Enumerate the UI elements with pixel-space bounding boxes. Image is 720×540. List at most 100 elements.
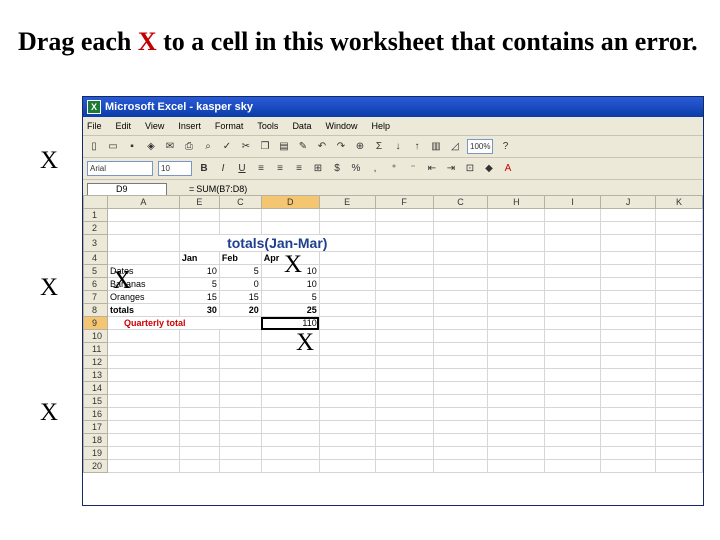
cell[interactable]	[600, 446, 656, 460]
cell[interactable]	[374, 221, 434, 235]
cell[interactable]	[544, 420, 602, 434]
cell[interactable]	[487, 329, 546, 343]
cell[interactable]	[106, 394, 180, 408]
cell[interactable]	[600, 329, 656, 343]
hyperlink-icon[interactable]: ⊕	[353, 140, 367, 154]
cell[interactable]	[374, 433, 434, 447]
cell[interactable]	[487, 290, 546, 304]
cell[interactable]	[218, 394, 262, 408]
cell[interactable]	[600, 277, 656, 291]
cell[interactable]	[600, 459, 656, 473]
cell[interactable]	[487, 303, 546, 317]
row-header[interactable]: 20	[83, 459, 108, 473]
cell[interactable]	[318, 446, 376, 460]
cell[interactable]	[544, 303, 602, 317]
header-jan[interactable]: Jan	[178, 251, 220, 265]
fill-color-icon[interactable]: ◆	[482, 162, 496, 176]
row-header[interactable]: 10	[83, 329, 108, 343]
cell[interactable]	[432, 221, 489, 235]
cell[interactable]	[318, 342, 376, 356]
cell[interactable]	[487, 420, 546, 434]
cell[interactable]	[655, 420, 703, 434]
percent-icon[interactable]: %	[349, 162, 363, 176]
cell[interactable]	[487, 251, 546, 265]
cell[interactable]	[318, 264, 376, 278]
cell[interactable]	[374, 316, 434, 330]
cell[interactable]	[106, 355, 180, 369]
cell[interactable]	[432, 208, 489, 222]
cell[interactable]	[432, 407, 489, 421]
cell[interactable]	[655, 342, 703, 356]
open-icon[interactable]: ▭	[106, 140, 120, 154]
cell[interactable]	[487, 234, 546, 252]
col-header-a[interactable]: A	[106, 195, 180, 209]
col-header-i[interactable]: I	[544, 195, 602, 209]
copy-icon[interactable]: ❐	[258, 140, 272, 154]
row-header[interactable]: 12	[83, 355, 108, 369]
cell[interactable]	[178, 221, 220, 235]
quarterly-total-cell[interactable]: 110	[260, 316, 320, 330]
cell[interactable]	[374, 303, 434, 317]
cell[interactable]	[374, 394, 434, 408]
cell[interactable]	[260, 433, 320, 447]
cell[interactable]	[655, 368, 703, 382]
cell[interactable]	[106, 208, 180, 222]
cell[interactable]	[655, 459, 703, 473]
cell[interactable]	[432, 368, 489, 382]
spelling-icon[interactable]: ✓	[220, 140, 234, 154]
cell[interactable]	[432, 290, 489, 304]
cell[interactable]	[655, 433, 703, 447]
cell[interactable]	[318, 251, 376, 265]
currency-icon[interactable]: $	[330, 162, 344, 176]
value-cell[interactable]: 15	[178, 290, 220, 304]
cell[interactable]	[600, 303, 656, 317]
row-header[interactable]: 6	[83, 277, 108, 291]
cell[interactable]	[432, 459, 489, 473]
cell[interactable]	[600, 342, 656, 356]
chart-wizard-icon[interactable]: ▥	[429, 140, 443, 154]
cell[interactable]	[260, 381, 320, 395]
cell[interactable]	[544, 316, 602, 330]
cell[interactable]	[106, 407, 180, 421]
cell[interactable]	[432, 316, 489, 330]
row-header[interactable]: 11	[83, 342, 108, 356]
cell[interactable]	[487, 316, 546, 330]
cell[interactable]	[544, 394, 602, 408]
col-header-e[interactable]: E	[318, 195, 376, 209]
cut-icon[interactable]: ✂	[239, 140, 253, 154]
cell[interactable]	[218, 407, 262, 421]
cell[interactable]	[178, 381, 220, 395]
cell[interactable]	[544, 221, 602, 235]
decrease-decimal-icon[interactable]: ⁻	[406, 162, 420, 176]
cell[interactable]	[655, 316, 703, 330]
value-cell[interactable]: 25	[260, 303, 320, 317]
cell[interactable]	[487, 394, 546, 408]
cell[interactable]	[655, 329, 703, 343]
cell[interactable]	[218, 368, 262, 382]
cell[interactable]	[600, 407, 656, 421]
row-header[interactable]: 9	[83, 316, 108, 330]
cell[interactable]	[487, 368, 546, 382]
align-left-icon[interactable]: ≡	[254, 162, 268, 176]
save-icon[interactable]: ▪	[125, 140, 139, 154]
cell[interactable]	[487, 459, 546, 473]
cell[interactable]	[260, 407, 320, 421]
cell[interactable]	[655, 381, 703, 395]
cell[interactable]	[218, 420, 262, 434]
cell[interactable]	[318, 208, 376, 222]
menu-format[interactable]: Format	[215, 121, 244, 131]
value-cell[interactable]: 15	[218, 290, 262, 304]
formula-input[interactable]: SUM(B7:D8)	[196, 184, 247, 194]
col-header-g[interactable]: C	[432, 195, 489, 209]
cell[interactable]	[487, 264, 546, 278]
italic-icon[interactable]: I	[216, 162, 230, 176]
help-icon[interactable]: ?	[498, 140, 512, 154]
cell[interactable]	[374, 342, 434, 356]
cell[interactable]	[318, 433, 376, 447]
quarterly-total-label[interactable]: Quarterly total	[106, 316, 262, 330]
row-header[interactable]: 1	[83, 208, 108, 222]
cell[interactable]	[544, 368, 602, 382]
cell[interactable]	[655, 277, 703, 291]
bold-icon[interactable]: B	[197, 162, 211, 176]
row-header[interactable]: 3	[83, 234, 108, 252]
